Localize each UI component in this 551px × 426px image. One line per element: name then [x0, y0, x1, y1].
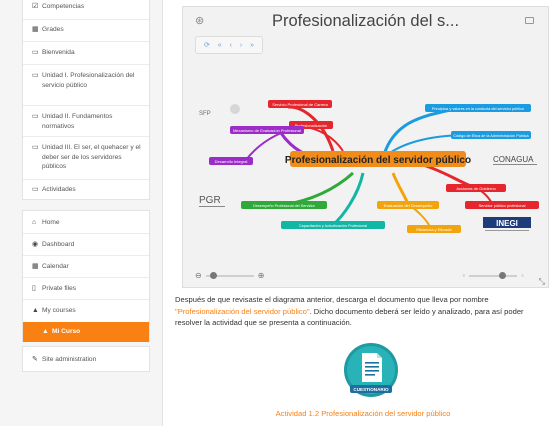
mind-map-node: Acciones de Gobierno [456, 186, 496, 191]
sidebar-item-label: Calendar [42, 263, 69, 270]
previous-icon[interactable]: ‹ [230, 42, 232, 49]
sidebar-item-unidad-3[interactable]: ▭ Unidad III. El ser, el quehacer y el d… [23, 143, 149, 172]
sidebar-item-private-files[interactable]: ▯ Private files [23, 284, 149, 294]
folder-icon: ▭ [32, 49, 39, 56]
sidebar-item-actividades[interactable]: ▭ Actividades [23, 185, 149, 195]
wrench-icon: ✎ [32, 356, 38, 363]
sidebar-item-calendar[interactable]: ▦ Calendar [23, 262, 149, 272]
mind-map-node: Servidor público profesional [479, 204, 526, 208]
dashboard-icon: ◉ [32, 241, 38, 248]
badge-icon: ☑ [32, 3, 39, 10]
mind-map-node: Capacitación y Actualización Profesional [299, 224, 367, 228]
viewer-title: Profesionalización del s... [271, 12, 460, 30]
volume-controls: ◦ ◦ [462, 271, 524, 280]
sidebar-item-label: Site administration [42, 356, 97, 363]
mind-map-node: Principios y valores en la conducta del … [432, 107, 524, 111]
slider-max-icon: ◦ [521, 271, 524, 280]
expand-icon[interactable]: ⤡ [539, 277, 545, 287]
mind-map-node: Evaluación del Desempeño [384, 203, 433, 208]
mind-map-node: Eficiencia y Eficacia [416, 227, 452, 232]
mind-map-central-node: Profesionalización del servidor público [285, 155, 471, 166]
sidebar-item-site-administration[interactable]: ✎ Site administration [23, 355, 149, 365]
sidebar-item-my-courses[interactable]: ▲ My courses [23, 306, 149, 316]
svg-text:CONAGUA: CONAGUA [493, 155, 534, 164]
last-slide-icon[interactable]: » [250, 42, 254, 49]
sidebar-item-home[interactable]: ⌂ Home [23, 218, 149, 228]
slider-min-icon: ◦ [462, 271, 466, 280]
home-icon: ⌂ [32, 219, 37, 226]
pgr-logo: PGR [199, 195, 225, 207]
course-sections-panel: ☑ Competencias ▦ Grades ▭ Bienvenida ▭ U… [22, 0, 150, 200]
questionnaire-icon[interactable]: CUESTIONARIO [341, 342, 401, 404]
zoom-controls: ⊖ ⊕ [195, 271, 264, 280]
mind-map-node: Mecanismo de Evaluación Profesional [233, 128, 301, 133]
activity-link[interactable]: Actividad 1.2 Profesionalización del ser… [175, 409, 551, 418]
zoom-out-icon[interactable]: ⊖ [195, 271, 202, 280]
sidebar-item-label: Competencias [42, 3, 85, 10]
sidebar-item-label: Grades [42, 26, 64, 33]
zoom-in-icon[interactable]: ⊕ [258, 271, 265, 280]
restart-icon[interactable]: ⟳ [204, 41, 210, 49]
mind-map-node: Desarrollo Integral [215, 159, 248, 164]
svg-text:PGR: PGR [199, 195, 221, 206]
sidebar-item-label: Unidad I. Profesionalización del servici… [42, 72, 135, 89]
sidebar-item-unidad-1[interactable]: ▭ Unidad I. Profesionalización del servi… [23, 71, 149, 90]
sidebar-item-label: My courses [42, 307, 76, 314]
mind-map-canvas: Profesionalización del servidor público … [199, 100, 539, 233]
sidebar-item-label: Private files [42, 285, 77, 292]
sidebar: ☑ Competencias ▦ Grades ▭ Bienvenida ▭ U… [0, 0, 163, 426]
navigation-panel: ⌂ Home ◉ Dashboard ▦ Calendar ▯ Private … [22, 210, 150, 342]
sidebar-item-bienvenida[interactable]: ▭ Bienvenida [23, 48, 149, 58]
sidebar-item-label: Home [42, 219, 60, 226]
next-icon[interactable]: › [240, 42, 242, 49]
main-content: ⊛ Profesionalización del s... ⟳ « ‹ › » [175, 0, 551, 426]
mind-map-node: Código de Ética de la Administración Púb… [453, 133, 529, 138]
sidebar-item-label: Actividades [42, 186, 76, 193]
gutter [163, 0, 174, 426]
sidebar-item-mi-curso[interactable]: ▲ Mi Curso [23, 322, 149, 342]
sidebar-item-label: Unidad III. El ser, el quehacer y el deb… [42, 144, 141, 171]
file-icon: ▯ [32, 285, 36, 292]
sidebar-item-competencias[interactable]: ☑ Competencias [23, 2, 149, 12]
grades-icon: ▦ [32, 26, 39, 33]
presentation-toolbar: ⟳ « ‹ › » [195, 36, 263, 54]
fullscreen-icon[interactable] [525, 17, 534, 24]
conagua-logo: CONAGUA [493, 155, 537, 165]
folder-icon: ▭ [32, 72, 39, 79]
document-link[interactable]: "Profesionalización del servidor público… [175, 307, 310, 316]
calendar-icon: ▦ [32, 263, 39, 270]
sidebar-item-label: Dashboard [42, 241, 75, 248]
questionnaire-label: CUESTIONARIO [353, 387, 389, 392]
folder-icon: ▭ [32, 186, 39, 193]
sidebar-item-grades[interactable]: ▦ Grades [23, 25, 149, 35]
sfp-logo: SFP [199, 104, 240, 117]
administration-panel: ✎ Site administration [22, 346, 150, 372]
sidebar-item-unidad-2[interactable]: ▭ Unidad II. Fundamentos normativos [23, 112, 149, 131]
sidebar-item-label: Bienvenida [42, 49, 75, 56]
secondary-slider[interactable] [469, 271, 518, 279]
zoom-slider[interactable] [205, 271, 254, 279]
svg-text:INEGI: INEGI [496, 219, 518, 228]
folder-icon: ▭ [32, 144, 39, 151]
presentation-viewer: ⊛ Profesionalización del s... ⟳ « ‹ › » [182, 6, 549, 288]
graduation-cap-icon: ▲ [42, 328, 49, 335]
activity-description: Después de que revisaste el diagrama ant… [175, 294, 551, 329]
graduation-cap-icon: ▲ [32, 307, 39, 314]
description-text: Después de que revisaste el diagrama ant… [175, 295, 489, 304]
svg-text:SFP: SFP [199, 111, 211, 117]
folder-icon: ▭ [32, 113, 39, 120]
mind-map-node: Desempeño Profesional del Servidor [253, 204, 316, 208]
mind-map-node: Servicio Profesional de Carrera [272, 102, 328, 107]
inegi-logo: INEGI [483, 217, 531, 231]
sidebar-item-label: Mi Curso [52, 328, 81, 335]
sidebar-item-label: Unidad II. Fundamentos normativos [42, 113, 113, 130]
first-slide-icon[interactable]: « [218, 42, 222, 49]
sidebar-item-dashboard[interactable]: ◉ Dashboard [23, 240, 149, 250]
